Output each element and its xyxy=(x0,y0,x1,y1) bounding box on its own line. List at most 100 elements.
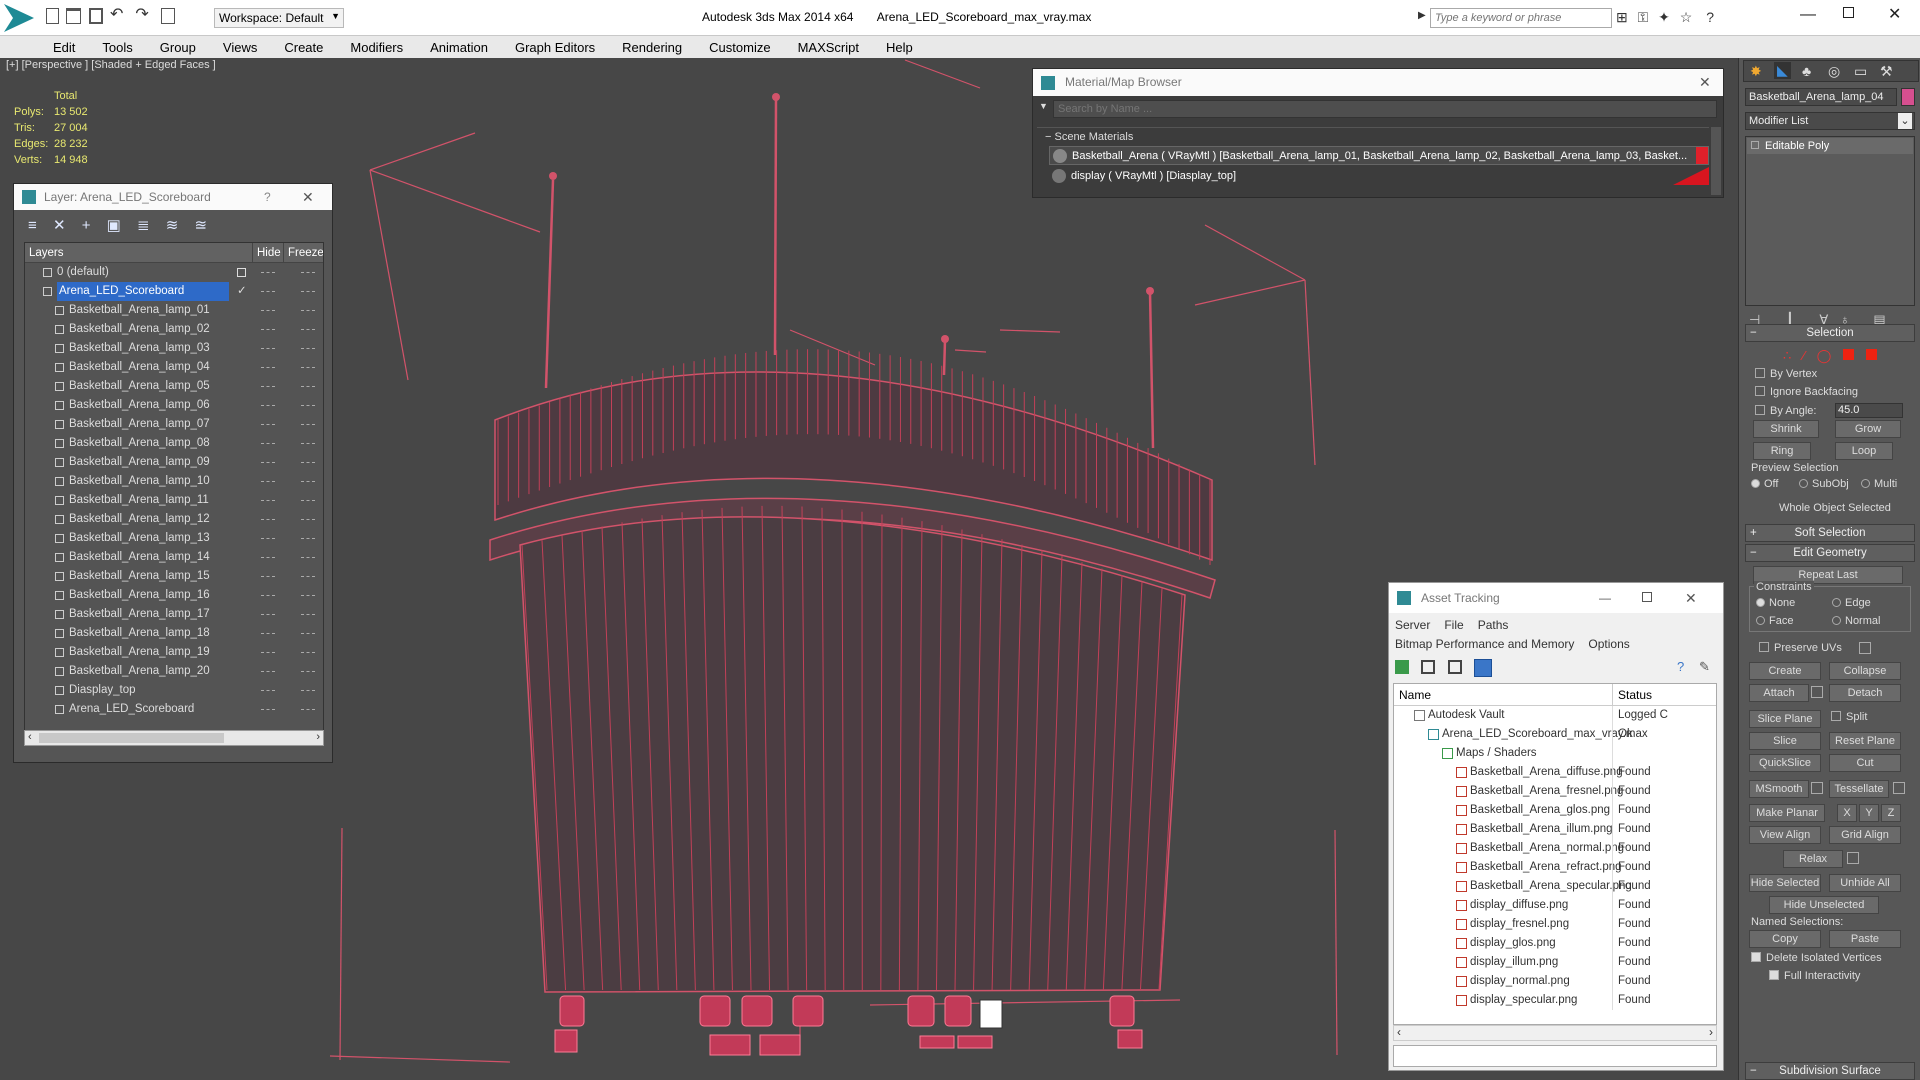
hide-toggle[interactable] xyxy=(261,481,275,482)
hide-toggle[interactable] xyxy=(261,405,275,406)
display-tab-icon[interactable]: ▭ xyxy=(1854,63,1867,80)
open-file-icon[interactable] xyxy=(66,8,82,24)
asset-row[interactable]: Basketball_Arena_illum.png Found xyxy=(1394,820,1716,839)
by-angle-checkbox[interactable]: By Angle: xyxy=(1755,405,1816,417)
motion-tab-icon[interactable]: ◎ xyxy=(1828,63,1840,80)
tessellate-settings-icon[interactable] xyxy=(1893,782,1905,794)
planar-y-button[interactable]: Y xyxy=(1859,804,1879,822)
modifier-list-dropdown[interactable]: Modifier List ⌄ xyxy=(1745,112,1915,130)
polygon-mode-icon[interactable] xyxy=(1842,349,1854,360)
attach-button[interactable]: Attach xyxy=(1749,684,1809,702)
tessellate-button[interactable]: Tessellate xyxy=(1829,780,1889,798)
minimize-button[interactable]: — xyxy=(1599,583,1611,613)
freeze-toggle[interactable] xyxy=(301,291,315,292)
make-planar-button[interactable]: Make Planar xyxy=(1749,804,1825,822)
minimize-button[interactable]: — xyxy=(1800,6,1816,24)
cut-button[interactable]: Cut xyxy=(1829,754,1901,772)
stack-item[interactable]: Editable Poly xyxy=(1747,138,1913,154)
layer-object-row[interactable]: Arena_LED_Scoreboard xyxy=(25,700,323,719)
help-button[interactable]: ? xyxy=(264,184,271,210)
freeze-toggle[interactable] xyxy=(301,614,315,615)
full-interactivity-checkbox[interactable]: Full Interactivity xyxy=(1769,970,1860,982)
freeze-toggle[interactable] xyxy=(301,405,315,406)
layer-object-row[interactable]: Basketball_Arena_lamp_16 xyxy=(25,586,323,605)
asset-row[interactable]: Basketball_Arena_diffuse.png Found xyxy=(1394,763,1716,782)
asset-menu-item[interactable]: Options xyxy=(1588,635,1629,654)
reset-plane-button[interactable]: Reset Plane xyxy=(1829,732,1901,750)
close-icon[interactable]: ✕ xyxy=(302,184,314,210)
asset-path-field[interactable] xyxy=(1393,1045,1717,1067)
close-window-button[interactable]: ✕ xyxy=(1888,4,1901,24)
hide-toggle[interactable] xyxy=(261,424,275,425)
preserve-uvs-settings-icon[interactable] xyxy=(1859,642,1871,654)
preserve-uvs-checkbox[interactable]: Preserve UVs xyxy=(1759,642,1842,654)
asset-row[interactable]: Autodesk Vault Logged C xyxy=(1394,706,1716,725)
maximize-button[interactable] xyxy=(1642,592,1652,602)
detach-button[interactable]: Detach xyxy=(1829,684,1901,702)
asset-row[interactable]: Basketball_Arena_glos.png Found xyxy=(1394,801,1716,820)
hide-toggle[interactable] xyxy=(261,519,275,520)
undo-icon[interactable]: ↶ xyxy=(110,7,128,24)
asset-row[interactable]: display_specular.png Found xyxy=(1394,991,1716,1010)
ring-button[interactable]: Ring xyxy=(1753,442,1811,460)
hide-toggle[interactable] xyxy=(261,291,275,292)
search-expander-icon[interactable]: ▶ xyxy=(1418,10,1426,21)
constraint-none-radio[interactable]: None xyxy=(1756,597,1795,609)
loop-button[interactable]: Loop xyxy=(1835,442,1893,460)
freeze-toggle[interactable] xyxy=(301,538,315,539)
constraint-normal-radio[interactable]: Normal xyxy=(1832,615,1880,627)
hide-toggle[interactable] xyxy=(261,538,275,539)
app-logo[interactable] xyxy=(4,4,34,32)
layer-object-row[interactable]: Basketball_Arena_lamp_02 xyxy=(25,320,323,339)
freeze-toggle[interactable] xyxy=(301,671,315,672)
col-hide[interactable]: Hide xyxy=(252,243,281,263)
layer-object-row[interactable]: Basketball_Arena_lamp_17 xyxy=(25,605,323,624)
search-input[interactable] xyxy=(1430,8,1612,28)
layer-object-row[interactable]: Basketball_Arena_lamp_13 xyxy=(25,529,323,548)
selection-rollout-header[interactable]: − Selection xyxy=(1745,324,1915,342)
soft-selection-rollout-header[interactable]: + Soft Selection xyxy=(1745,524,1915,542)
col-status[interactable]: Status xyxy=(1612,684,1652,706)
menu-item[interactable]: Views xyxy=(210,36,271,55)
planar-x-button[interactable]: X xyxy=(1837,804,1857,822)
subdivision-surface-rollout-header[interactable]: − Subdivision Surface xyxy=(1745,1062,1915,1080)
layer-object-row[interactable]: Basketball_Arena_lamp_05 xyxy=(25,377,323,396)
menu-item[interactable]: Help xyxy=(873,36,927,55)
hide-toggle[interactable] xyxy=(261,557,275,558)
asset-row[interactable]: Maps / Shaders xyxy=(1394,744,1716,763)
key-icon[interactable]: ⚿ xyxy=(1638,9,1649,25)
freeze-toggle[interactable] xyxy=(301,443,315,444)
hide-toggle[interactable] xyxy=(261,443,275,444)
utilities-tab-icon[interactable]: ⚒ xyxy=(1880,63,1893,80)
save-icon[interactable] xyxy=(88,8,103,24)
freeze-toggle[interactable] xyxy=(301,462,315,463)
asset-row[interactable]: Basketball_Arena_refract.png Found xyxy=(1394,858,1716,877)
hide-toggle[interactable] xyxy=(261,462,275,463)
col-freeze[interactable]: Freeze xyxy=(283,243,323,263)
copy-button[interactable]: Copy xyxy=(1749,930,1821,948)
freeze-toggle[interactable] xyxy=(301,329,315,330)
edit-geometry-rollout-header[interactable]: − Edit Geometry xyxy=(1745,544,1915,562)
binoculars-icon[interactable]: ⊞ xyxy=(1616,9,1628,25)
asset-row[interactable]: display_glos.png Found xyxy=(1394,934,1716,953)
delete-isolated-checkbox[interactable]: Delete Isolated Vertices xyxy=(1751,952,1882,964)
freeze-toggle[interactable] xyxy=(301,481,315,482)
asset-row[interactable]: Basketball_Arena_specular.png Found xyxy=(1394,877,1716,896)
checkmark-icon[interactable]: ✓ xyxy=(237,282,247,301)
slice-button[interactable]: Slice xyxy=(1749,732,1821,750)
layer-object-row[interactable]: Basketball_Arena_lamp_12 xyxy=(25,510,323,529)
asset-row[interactable]: display_illum.png Found xyxy=(1394,953,1716,972)
scene-materials-header[interactable]: − Scene Materials xyxy=(1037,128,1709,146)
preview-off-radio[interactable]: Off xyxy=(1751,478,1778,490)
hide-toggle[interactable] xyxy=(261,348,275,349)
msmooth-settings-icon[interactable] xyxy=(1811,782,1823,794)
list-view-icon[interactable] xyxy=(1421,660,1436,674)
layer-object-row[interactable]: Basketball_Arena_lamp_18 xyxy=(25,624,323,643)
freeze-toggle[interactable] xyxy=(301,690,315,691)
hierarchy-tab-icon[interactable]: ♣ xyxy=(1802,63,1811,79)
material-item[interactable]: display ( VRayMtl ) [Diasplay_top] xyxy=(1049,167,1709,186)
table-view-icon[interactable] xyxy=(1474,659,1493,677)
material-item[interactable]: Basketball_Arena ( VRayMtl ) [Basketball… xyxy=(1049,146,1709,165)
slice-plane-button[interactable]: Slice Plane xyxy=(1749,710,1821,728)
favorites-star-icon[interactable]: ☆ xyxy=(1680,9,1693,25)
